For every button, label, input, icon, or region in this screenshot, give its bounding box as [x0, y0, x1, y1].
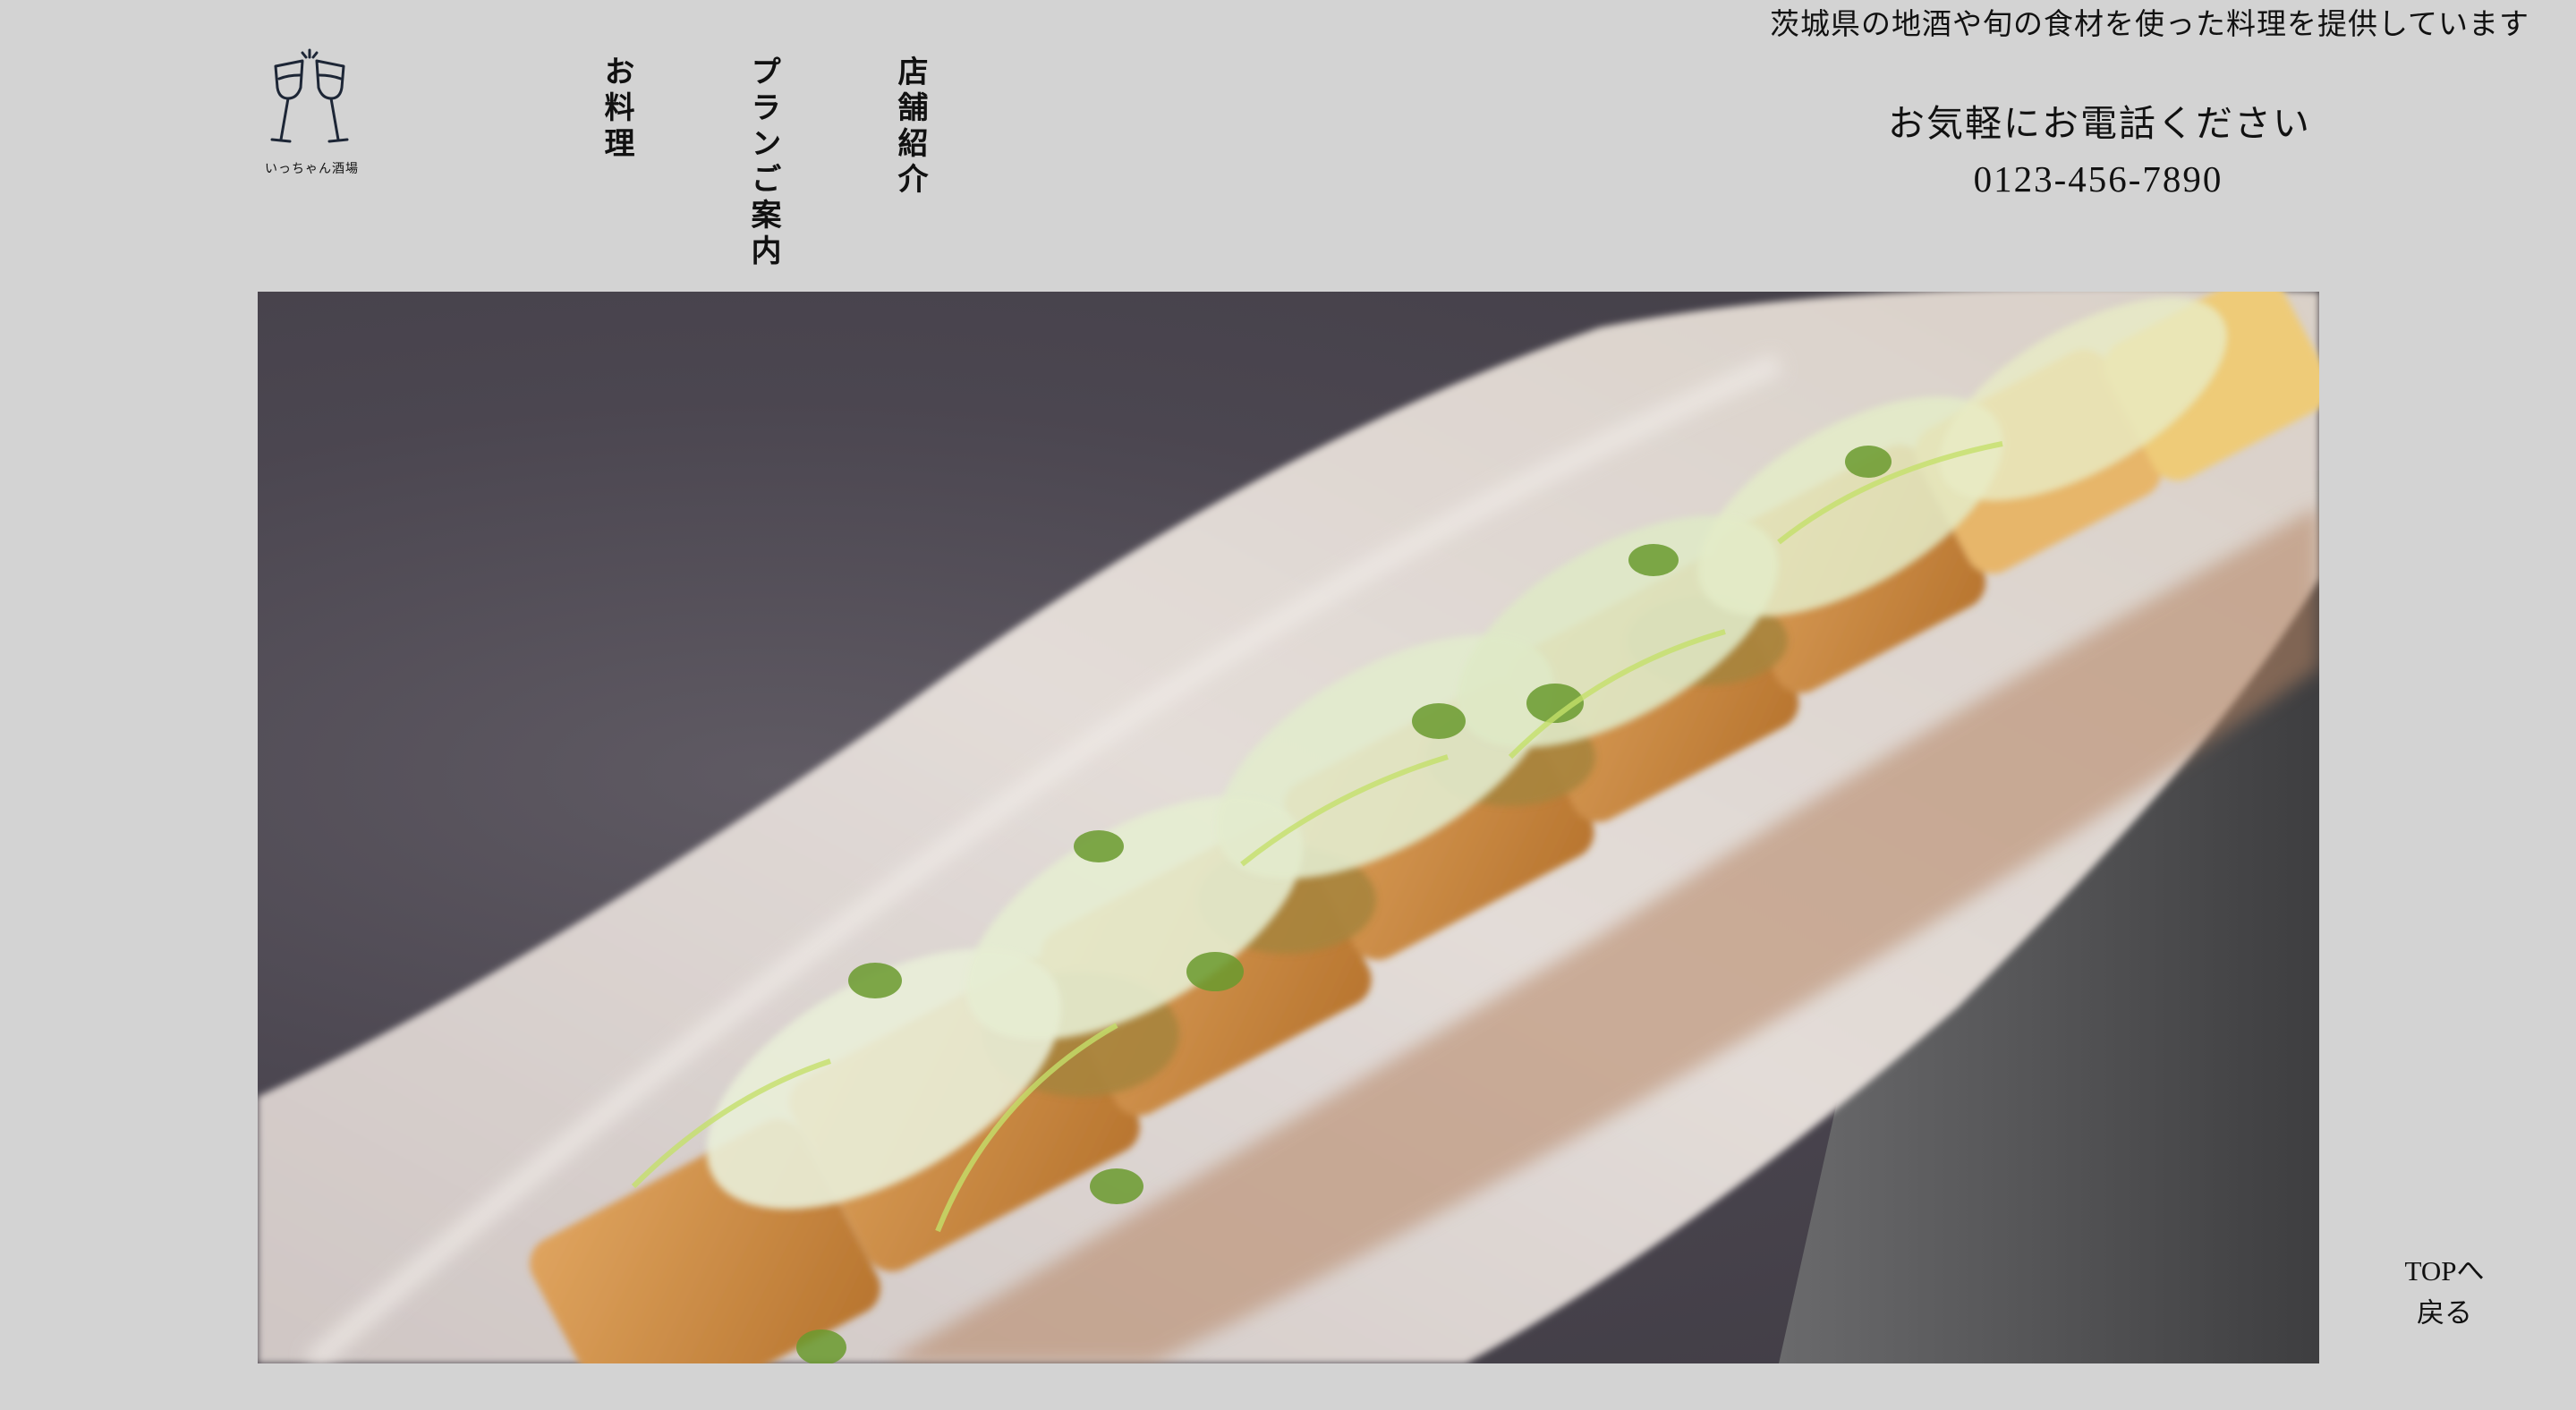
- back-to-top-line2: 戻る: [2417, 1296, 2472, 1329]
- site-logo[interactable]: いっちゃん酒場: [265, 48, 359, 183]
- back-to-top-line1: TOPへ: [2404, 1255, 2485, 1287]
- contact-block: お気軽にお電話ください 0123-456-7890: [1888, 93, 2311, 200]
- header-tagline: 茨城県の地酒や旬の食材を使った料理を提供しています: [1770, 9, 2530, 41]
- back-to-top-button[interactable]: TOPへ 戻る: [2391, 1251, 2498, 1334]
- logo-text: いっちゃん酒場: [265, 162, 359, 176]
- contact-label: お気軽にお電話ください: [1888, 103, 2311, 144]
- hero-food-image: [258, 292, 2319, 1363]
- wine-glasses-toast-icon: [265, 48, 354, 154]
- nav-item-plans[interactable]: プランご案内: [745, 55, 781, 270]
- phone-number-link[interactable]: 0123-456-7890: [1888, 157, 2308, 200]
- page: 茨城県の地酒や旬の食材を使った料理を提供しています いっちゃん酒場 お料理 プラ…: [0, 0, 2576, 1410]
- main-nav: お料理 プランご案内 店舗紹介: [599, 55, 928, 270]
- nav-item-store-info[interactable]: 店舗紹介: [892, 55, 928, 270]
- nav-item-cuisine[interactable]: お料理: [599, 55, 634, 270]
